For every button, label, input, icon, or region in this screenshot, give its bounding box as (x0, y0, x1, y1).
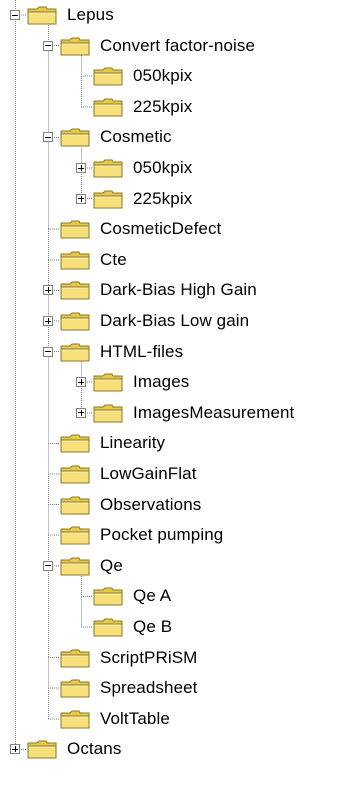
folder-icon (92, 65, 124, 87)
tree-item[interactable]: Convert factor-noise (0, 31, 362, 61)
tree-item-label: 225kpix (133, 188, 193, 208)
folder-icon (92, 585, 124, 607)
tree-item[interactable]: Pocket pumping (0, 520, 362, 550)
tree-item[interactable]: ScriptPRiSM (0, 643, 362, 673)
tree-item-label: Spreadsheet (100, 678, 198, 698)
folder-icon (92, 371, 124, 393)
folder-icon (59, 341, 91, 363)
folder-icon (59, 432, 91, 454)
expand-icon[interactable] (43, 285, 53, 296)
collapse-icon[interactable] (43, 132, 53, 143)
folder-icon (59, 494, 91, 516)
folder-icon (92, 157, 124, 179)
expand-icon[interactable] (76, 407, 86, 418)
tree-item[interactable]: Linearity (0, 428, 362, 458)
tree-item[interactable]: 225kpix (0, 92, 362, 122)
tree-item[interactable]: 225kpix (0, 184, 362, 214)
expand-icon[interactable] (76, 163, 86, 173)
tree-item[interactable]: Qe (0, 551, 362, 581)
tree-item-label: Octans (67, 739, 122, 759)
tree-item-label: Lepus (67, 5, 114, 24)
folder-icon (92, 188, 124, 210)
tree-item[interactable]: Qe A (0, 581, 362, 611)
tree-item[interactable]: Cte (0, 245, 362, 275)
tree-item-label: ScriptPRiSM (100, 647, 198, 667)
tree-item[interactable]: LowGainFlat (0, 459, 362, 489)
tree-item[interactable]: Octans (0, 734, 362, 764)
folder-icon (26, 4, 58, 26)
folder-icon (92, 96, 124, 118)
tree-item[interactable]: Observations (0, 490, 362, 520)
tree-item-label: 050kpix (133, 66, 193, 86)
tree-item[interactable]: Images (0, 367, 362, 397)
tree-item[interactable]: Cosmetic (0, 122, 362, 152)
folder-icon (59, 310, 91, 332)
folder-icon (59, 463, 91, 485)
folder-tree: Lepus Convert factor-noise 050kpix 225kpix C… (0, 0, 362, 798)
tree-item-label: Images (133, 372, 190, 392)
folder-icon (59, 677, 91, 699)
tree-item-label: Qe A (133, 586, 172, 606)
tree-item-label: 225kpix (133, 96, 193, 116)
tree-item[interactable]: Qe B (0, 612, 362, 642)
folder-icon (59, 555, 91, 577)
tree-item[interactable]: Spreadsheet (0, 673, 362, 703)
tree-item-label: VoltTable (100, 708, 170, 728)
collapse-icon[interactable] (43, 40, 53, 51)
tree-item[interactable]: VoltTable (0, 704, 362, 734)
folder-icon (59, 126, 91, 148)
tree-item[interactable]: 050kpix (0, 153, 362, 183)
tree-item-label: CosmeticDefect (100, 219, 222, 239)
folder-icon (59, 218, 91, 240)
collapse-icon[interactable] (10, 10, 20, 20)
tree-item[interactable]: Dark-Bias High Gain (0, 275, 362, 305)
folder-icon (59, 708, 91, 730)
expand-icon[interactable] (10, 744, 20, 755)
folder-icon (92, 402, 124, 424)
tree-item-label: Dark-Bias High Gain (100, 280, 257, 300)
tree-item[interactable]: Lepus (0, 0, 362, 30)
tree-item[interactable]: HTML-files (0, 337, 362, 367)
tree-item-label: Dark-Bias Low gain (100, 311, 250, 330)
folder-icon (59, 279, 91, 301)
tree-item-label: 050kpix (133, 158, 193, 177)
tree-item[interactable]: Dark-Bias Low gain (0, 306, 362, 336)
tree-item-label: HTML-files (100, 341, 184, 361)
folder-icon (59, 249, 91, 271)
tree-item-label: LowGainFlat (100, 464, 197, 483)
tree-item-label: Linearity (100, 433, 166, 453)
tree-item-label: Qe B (133, 617, 173, 636)
tree-item-label: ImagesMeasurement (133, 402, 295, 422)
tree-item-label: Convert factor-noise (100, 35, 256, 55)
tree-item[interactable]: CosmeticDefect (0, 214, 362, 244)
tree-item[interactable]: 050kpix (0, 61, 362, 91)
tree-item-label: Observations (100, 494, 202, 514)
collapse-icon[interactable] (43, 346, 53, 357)
tree-item-label: Cte (100, 249, 127, 269)
collapse-icon[interactable] (43, 560, 53, 571)
folder-icon (59, 524, 91, 546)
tree-item-label: Cosmetic (100, 127, 172, 147)
folder-icon (59, 35, 91, 57)
expand-icon[interactable] (43, 316, 53, 326)
tree-item-label: Pocket pumping (100, 525, 224, 545)
tree-item-label: Qe (100, 555, 123, 575)
folder-icon (59, 647, 91, 669)
folder-icon (26, 738, 58, 760)
expand-icon[interactable] (76, 377, 86, 388)
folder-icon (92, 616, 124, 638)
expand-icon[interactable] (76, 193, 86, 204)
tree-item[interactable]: ImagesMeasurement (0, 398, 362, 428)
